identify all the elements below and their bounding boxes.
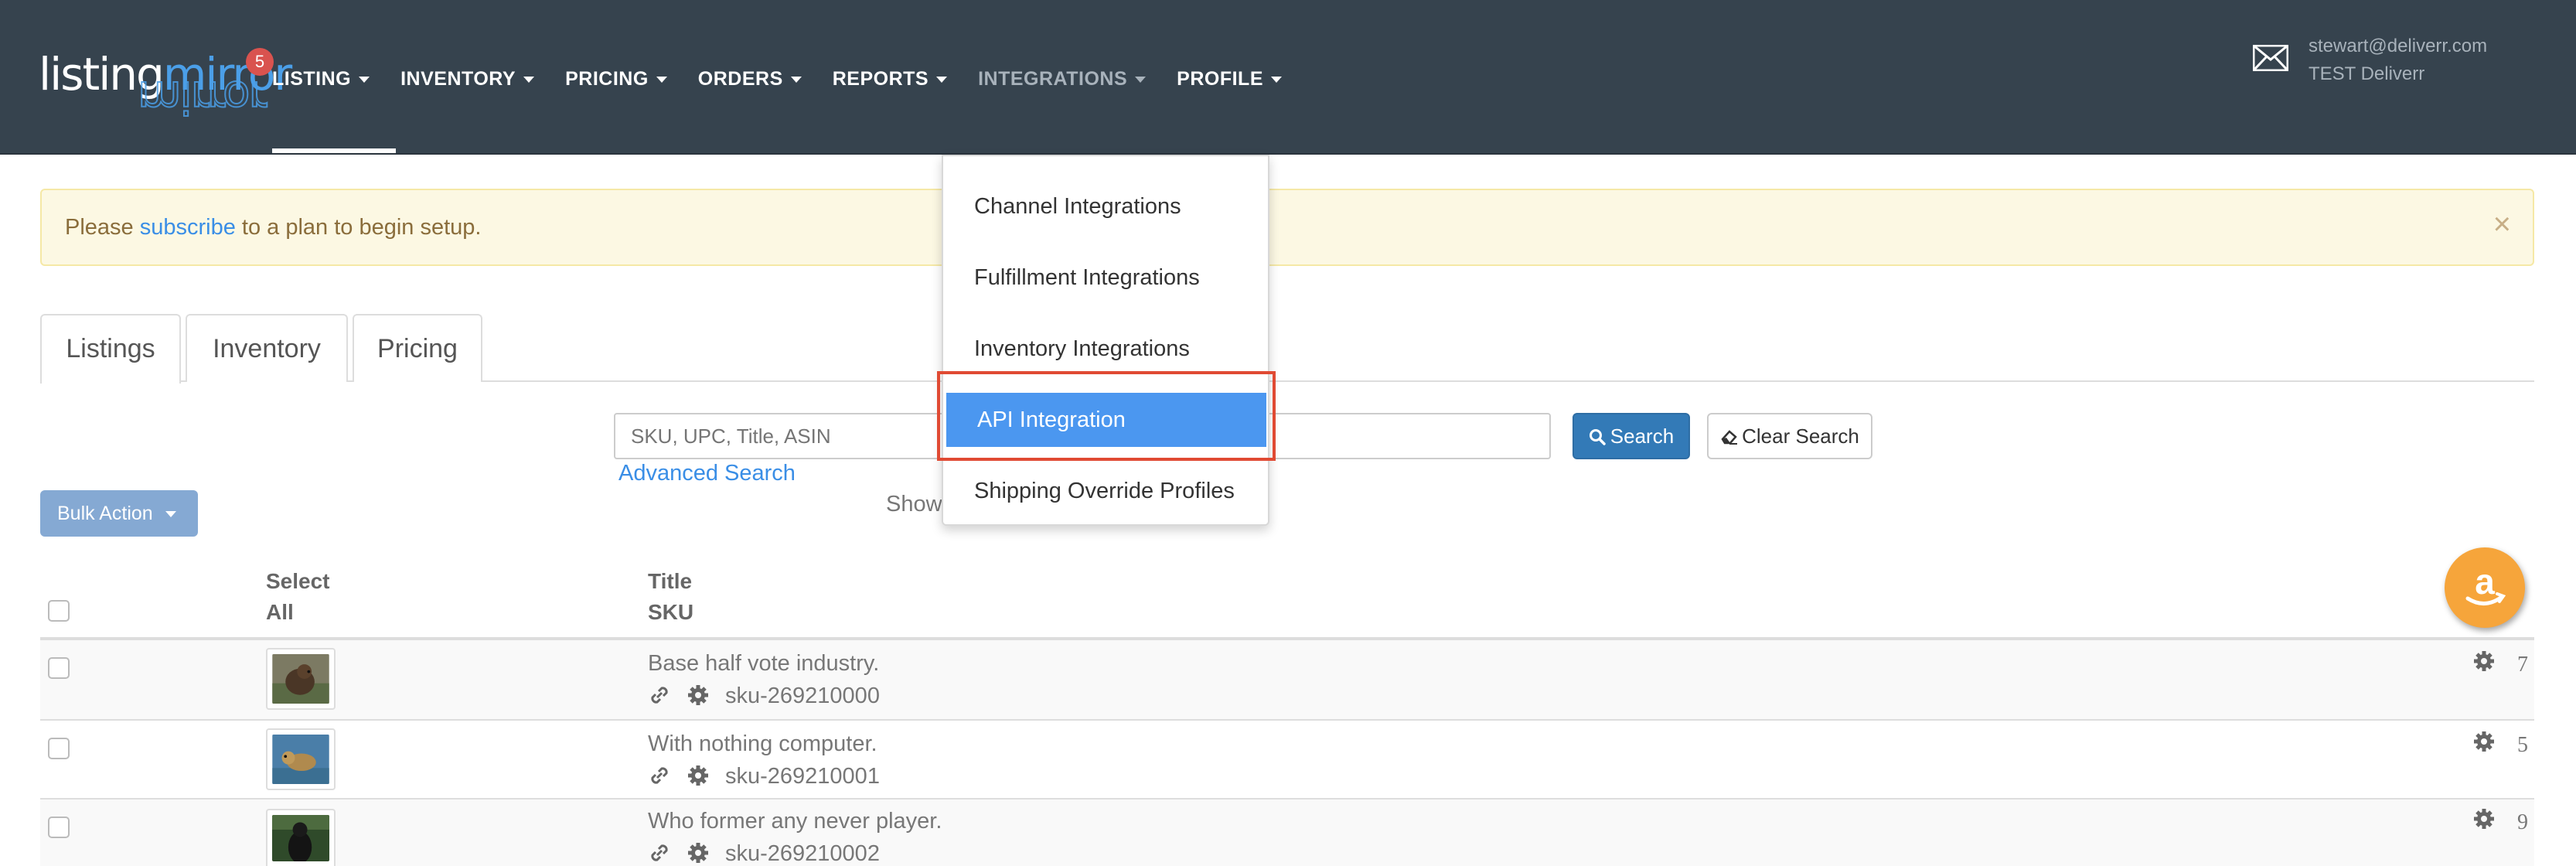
nav-inventory[interactable]: INVENTORY (400, 68, 535, 90)
api-integration-highlight (937, 371, 1276, 461)
listingmirror-logo[interactable]: listingmirror mirror (39, 48, 292, 124)
logo-reflection: mirror (137, 70, 266, 124)
clear-search-button[interactable]: Clear Search (1707, 413, 1872, 459)
subscribe-alert: Please subscribe to a plan to begin setu… (40, 189, 2534, 266)
bear-photo-icon (272, 815, 329, 865)
menu-item-fulfillment-integrations[interactable]: Fulfillment Integrations (943, 251, 1268, 305)
caret-down-icon (165, 511, 176, 518)
caret-down-icon (523, 77, 535, 84)
notification-badge[interactable]: 5 (246, 48, 274, 76)
nav-reports[interactable]: REPORTS (833, 68, 948, 90)
row-sku[interactable]: sku-269210000 (725, 684, 880, 709)
main-nav: LISTING INVENTORY PRICING ORDERS REPORTS… (272, 68, 1313, 90)
amazon-button[interactable]: a (2445, 547, 2525, 628)
alert-close-icon[interactable]: × (2493, 207, 2511, 242)
alert-message: Please subscribe to a plan to begin setu… (65, 215, 482, 240)
sku-column-header[interactable]: SKU (648, 600, 693, 625)
link-icon[interactable] (648, 764, 671, 787)
nav-profile[interactable]: PROFILE (1177, 68, 1282, 90)
table-row: With nothing computer. sku-269210001 5 (40, 721, 2534, 800)
select-all-header-line2[interactable]: All (266, 600, 294, 625)
menu-item-channel-integrations[interactable]: Channel Integrations (943, 179, 1268, 234)
row-checkbox[interactable] (48, 817, 70, 838)
tab-listings[interactable]: Listings (40, 314, 181, 384)
eraser-icon (1721, 430, 1738, 445)
row-sku[interactable]: sku-269210001 (725, 764, 880, 789)
user-email[interactable]: stewart@deliverr.com (2309, 36, 2487, 57)
nav-listing[interactable]: LISTING (272, 68, 370, 90)
row-title[interactable]: Base half vote industry. (648, 651, 879, 677)
product-thumbnail[interactable] (266, 809, 336, 866)
nav-integrations[interactable]: INTEGRATIONS (978, 68, 1147, 90)
caret-down-icon (656, 77, 667, 84)
nav-pricing[interactable]: PRICING (565, 68, 667, 90)
tab-pricing[interactable]: Pricing (353, 314, 482, 382)
row-sku[interactable]: sku-269210002 (725, 841, 880, 866)
search-icon (1589, 429, 1606, 445)
bear-photo-icon (272, 654, 329, 704)
advanced-search-link[interactable]: Advanced Search (618, 461, 796, 486)
user-organization: TEST Deliverr (2309, 63, 2425, 84)
menu-item-shipping-override-profiles[interactable]: Shipping Override Profiles (943, 464, 1268, 518)
caret-down-icon (936, 77, 948, 84)
gear-icon[interactable] (687, 764, 710, 787)
menu-item-inventory-integrations[interactable]: Inventory Integrations (943, 322, 1268, 376)
caret-down-icon (1271, 77, 1282, 84)
showing-count-text: Show (886, 492, 942, 517)
integrations-dropdown-menu: Channel Integrations Fulfillment Integra… (942, 155, 1269, 526)
caret-down-icon (1135, 77, 1147, 84)
product-thumbnail[interactable] (266, 648, 336, 710)
amazon-logo-icon: a (2465, 561, 2506, 605)
title-column-header[interactable]: Title (648, 569, 692, 594)
row-quantity: 7 (2517, 653, 2528, 677)
active-nav-indicator (272, 148, 396, 153)
subscribe-link[interactable]: subscribe (140, 215, 236, 240)
row-checkbox[interactable] (48, 657, 70, 679)
top-navbar: listingmirror mirror 5 LISTING INVENTORY… (0, 0, 2576, 155)
caret-down-icon (790, 77, 802, 84)
select-all-checkbox[interactable] (48, 600, 70, 622)
table-row: Base half vote industry. sku-269210000 7 (40, 640, 2534, 721)
row-title[interactable]: Who former any never player. (648, 809, 942, 834)
svg-text:a: a (2475, 561, 2495, 602)
envelope-icon[interactable] (2253, 45, 2288, 71)
gear-icon[interactable] (687, 684, 710, 707)
row-quantity: 9 (2517, 810, 2528, 834)
bulk-action-button[interactable]: Bulk Action (40, 490, 198, 537)
row-settings-gear-icon[interactable] (2472, 730, 2496, 753)
table-row: Who former any never player. sku-2692100… (40, 800, 2534, 866)
row-title[interactable]: With nothing computer. (648, 731, 877, 757)
caret-down-icon (359, 77, 370, 84)
gear-icon[interactable] (687, 841, 710, 864)
bear-photo-icon (272, 735, 329, 784)
table-header: Select All Title SKU (40, 564, 2534, 640)
tab-inventory[interactable]: Inventory (186, 314, 348, 382)
row-settings-gear-icon[interactable] (2472, 650, 2496, 673)
nav-orders[interactable]: ORDERS (698, 68, 802, 90)
link-icon[interactable] (648, 841, 671, 864)
search-button[interactable]: Search (1573, 413, 1690, 459)
select-all-header-line1[interactable]: Select (266, 569, 330, 594)
row-settings-gear-icon[interactable] (2472, 807, 2496, 830)
row-quantity: 5 (2517, 733, 2528, 757)
product-thumbnail[interactable] (266, 728, 336, 790)
row-checkbox[interactable] (48, 738, 70, 759)
link-icon[interactable] (648, 684, 671, 707)
